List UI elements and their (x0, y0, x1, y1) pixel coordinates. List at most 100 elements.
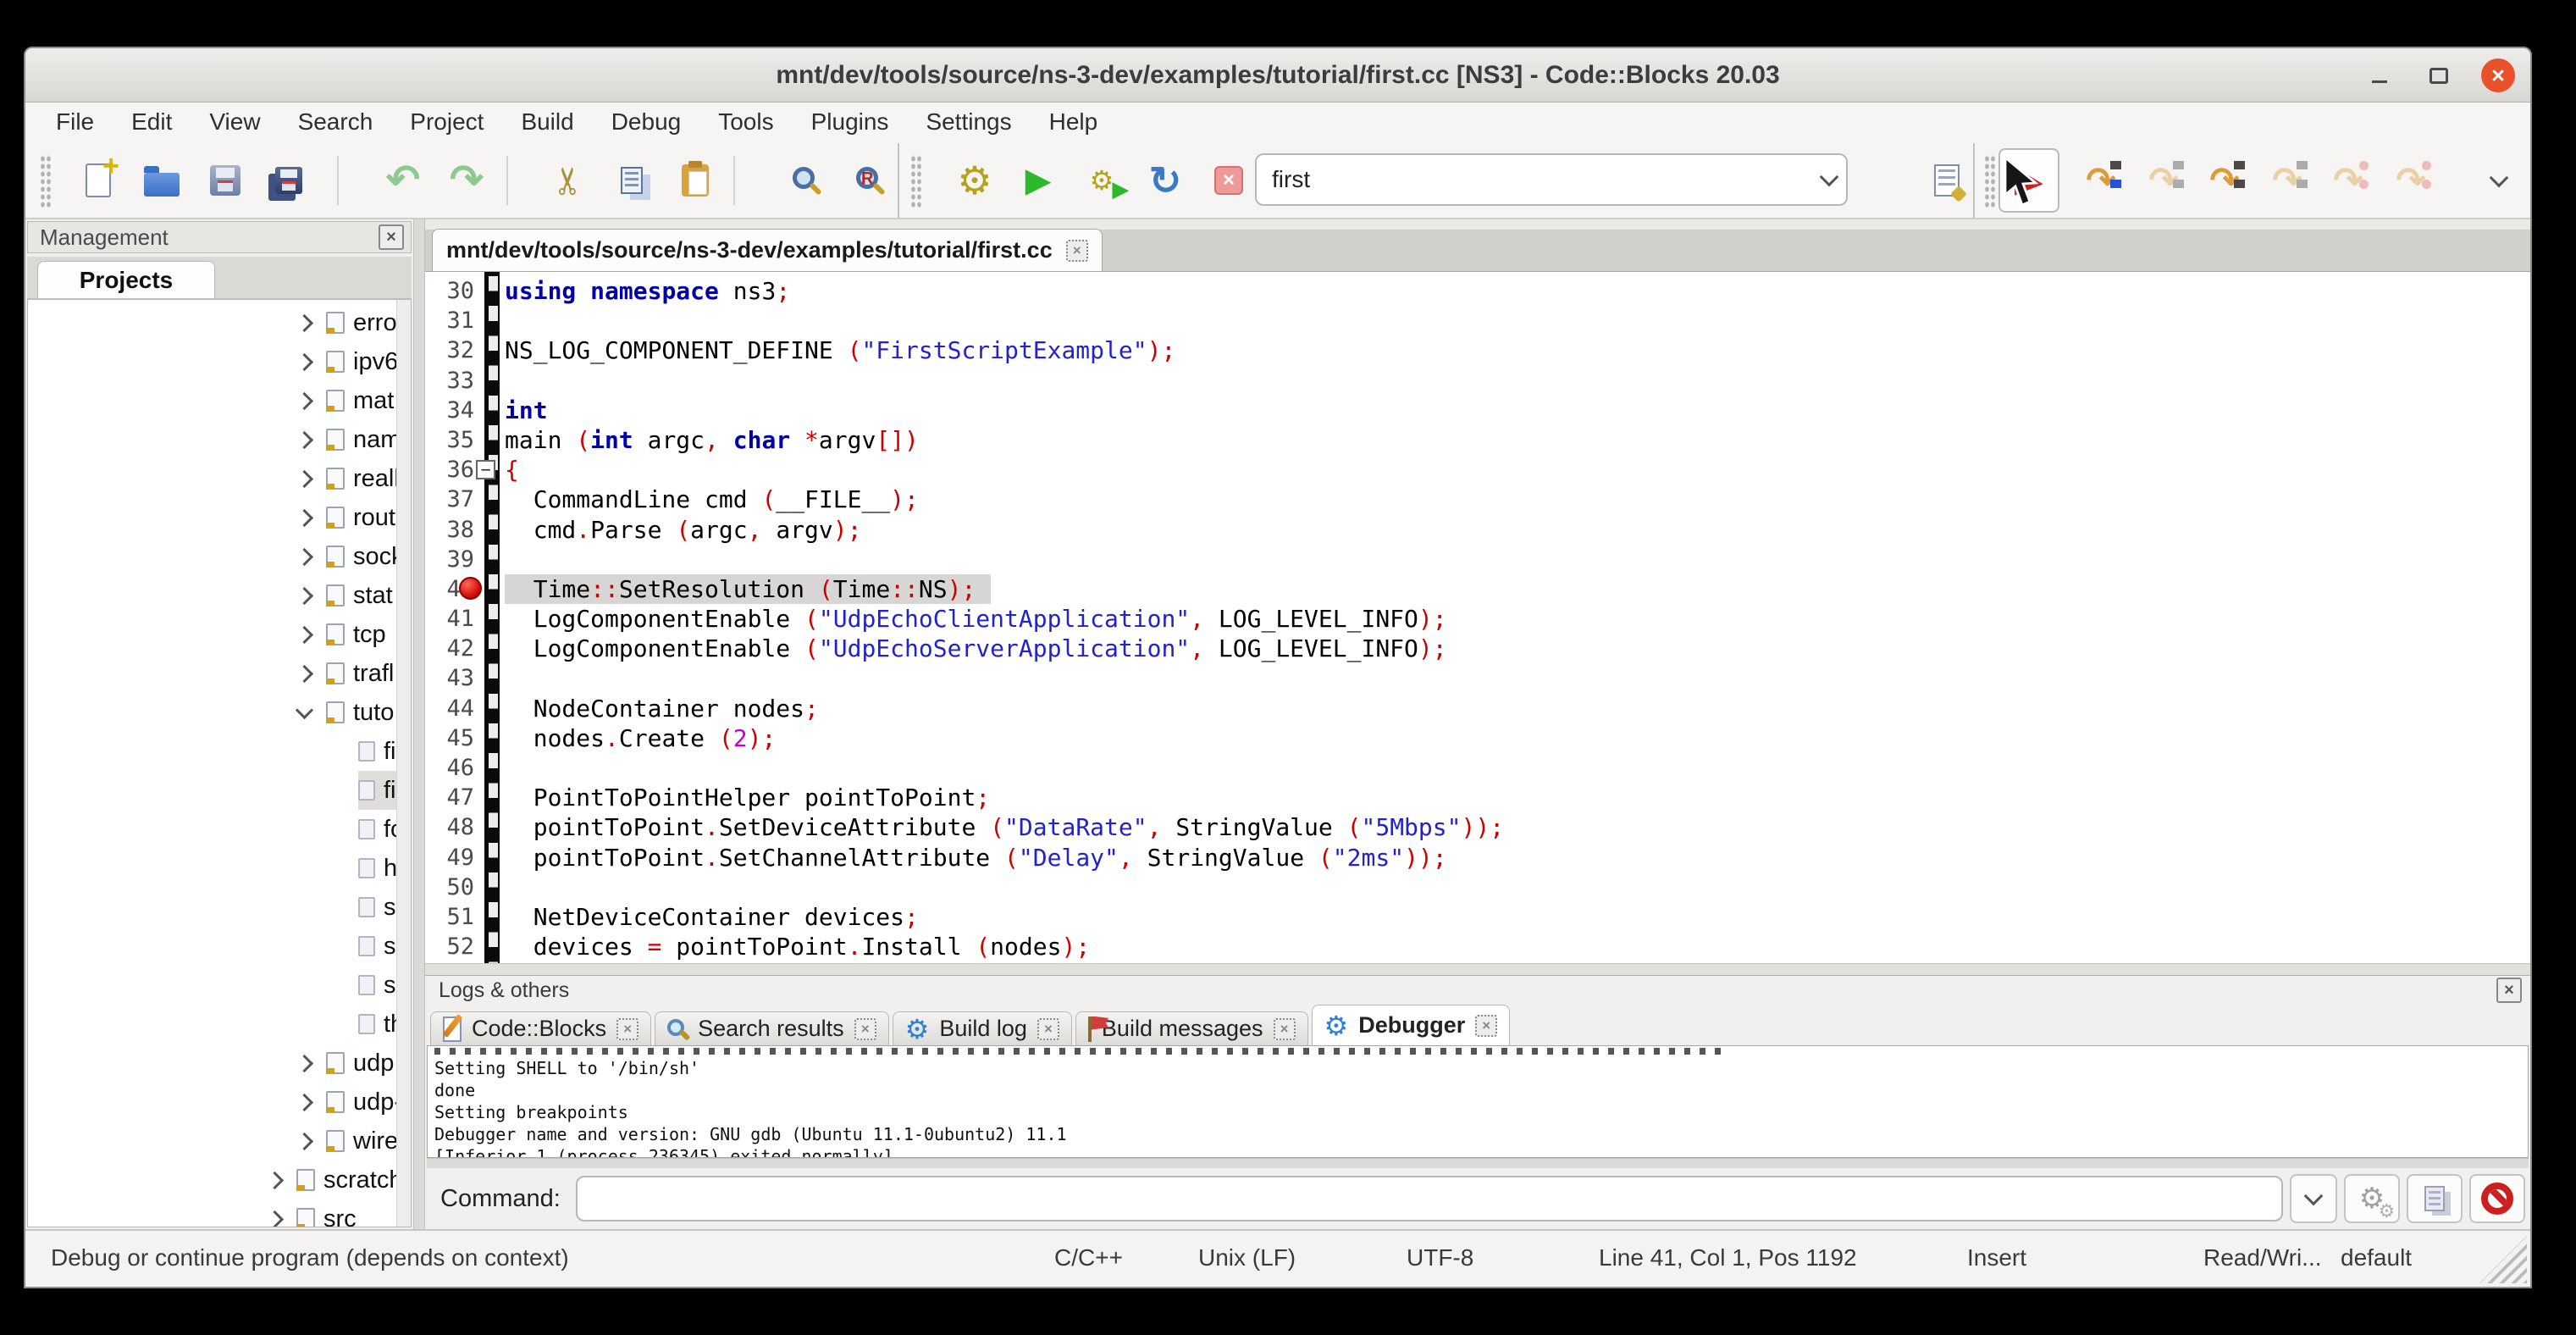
search-input[interactable] (1257, 165, 1812, 194)
chevron-right-icon[interactable] (296, 391, 313, 409)
menu-item-debug[interactable]: Debug (593, 102, 700, 141)
menu-item-search[interactable]: Search (279, 102, 392, 141)
tree-item-se-16[interactable]: se (28, 927, 396, 966)
tree-item-fir-12[interactable]: fir (28, 771, 396, 810)
tree-vertical-scrollbar[interactable] (396, 300, 411, 1227)
log-horizontal-scrollbar[interactable] (427, 1158, 2529, 1168)
save-all-button[interactable] (263, 153, 315, 208)
chevron-right-icon[interactable] (296, 664, 313, 682)
log-tab-build-messages[interactable]: Build messages× (1075, 1011, 1308, 1045)
menu-item-settings[interactable]: Settings (907, 102, 1030, 141)
run-button[interactable]: ▶ (1012, 153, 1064, 208)
minimize-button[interactable] (2363, 58, 2396, 92)
cut-button[interactable]: ✂ (542, 153, 594, 208)
toolbar-gripper[interactable] (39, 153, 51, 208)
menu-item-plugins[interactable]: Plugins (793, 102, 908, 141)
open-file-button[interactable] (135, 153, 188, 208)
chevron-right-icon[interactable] (296, 469, 313, 487)
tree-item-se-15[interactable]: se (28, 888, 396, 927)
chevron-right-icon[interactable] (266, 1210, 284, 1227)
code-area[interactable]: using namespace ns3;NS_LOG_COMPONENT_DEF… (500, 272, 2530, 963)
menu-item-help[interactable]: Help (1031, 102, 1117, 141)
various-info-button[interactable] (2407, 1174, 2463, 1223)
chevron-right-icon[interactable] (296, 1054, 313, 1072)
tree-item-udp-19[interactable]: udp (28, 1044, 396, 1083)
resize-grip[interactable] (2479, 1236, 2527, 1283)
step-into-instruction-button[interactable]: ↷ (2385, 153, 2437, 208)
tree-item-fif-11[interactable]: fif (28, 732, 396, 771)
breakpoint-margin[interactable] (484, 272, 500, 963)
chevron-down-icon[interactable] (1812, 175, 1846, 184)
chevron-right-icon[interactable] (296, 430, 313, 448)
chevron-right-icon[interactable] (296, 1132, 313, 1149)
chevron-right-icon[interactable] (296, 1093, 313, 1111)
editor-tab-first-cc[interactable]: mnt/dev/tools/source/ns-3-dev/examples/t… (432, 229, 1103, 271)
chevron-right-icon[interactable] (296, 625, 313, 643)
tree-item-scratch-22[interactable]: scratch (28, 1161, 396, 1199)
menu-item-view[interactable]: View (191, 102, 279, 141)
menu-item-edit[interactable]: Edit (113, 102, 191, 141)
tree-item-wire-21[interactable]: wire (28, 1122, 396, 1161)
log-tab-close-icon[interactable]: × (1274, 1018, 1296, 1040)
tree-item-mat-2[interactable]: mat (28, 381, 396, 420)
chevron-right-icon[interactable] (296, 547, 313, 565)
log-tab-debugger[interactable]: ⚙Debugger× (1312, 1005, 1511, 1045)
tree-item-th-18[interactable]: th (28, 1005, 396, 1044)
line-number-gutter[interactable]: 3031323334353637383940414243444546474849… (425, 272, 484, 963)
log-tab-close-icon[interactable]: × (616, 1018, 638, 1040)
step-out-button[interactable]: ↷ (2261, 153, 2313, 208)
toolbar-gripper[interactable] (1983, 153, 1995, 208)
next-line-button[interactable]: ↷ (2137, 153, 2190, 208)
breakpoint-marker[interactable] (459, 577, 482, 600)
maximize-button[interactable] (2422, 58, 2456, 92)
tree-item-rout-5[interactable]: rout (28, 498, 396, 537)
command-input[interactable] (576, 1176, 2283, 1221)
logs-close-icon[interactable]: × (2496, 978, 2522, 1003)
menu-item-project[interactable]: Project (391, 102, 502, 141)
chevron-right-icon[interactable] (296, 313, 313, 331)
stop-debugger-button[interactable] (2469, 1174, 2525, 1223)
tree-item-fo-13[interactable]: fo (28, 810, 396, 849)
chevron-down-icon[interactable] (296, 701, 313, 718)
redo-button[interactable]: ↷ (440, 153, 493, 208)
tree-item-reall-4[interactable]: reall (28, 459, 396, 498)
chevron-right-icon[interactable] (296, 352, 313, 370)
rebuild-button[interactable]: ↻ (1139, 153, 1191, 208)
management-close-icon[interactable]: × (379, 224, 404, 250)
tree-item-he-14[interactable]: he (28, 849, 396, 888)
run-to-cursor-button[interactable]: ↷ (2075, 153, 2127, 208)
incremental-search-options-button[interactable] (1921, 153, 1973, 208)
replace-button[interactable] (838, 153, 891, 208)
chevron-right-icon[interactable] (296, 508, 313, 526)
tree-item-nam-3[interactable]: nam (28, 420, 396, 459)
tree-item-tcp-8[interactable]: tcp (28, 615, 396, 654)
log-tab-code-blocks[interactable]: Code::Blocks× (430, 1011, 651, 1045)
menu-item-tools[interactable]: Tools (699, 102, 792, 141)
log-tab-search-results[interactable]: Search results× (655, 1011, 889, 1045)
close-button[interactable]: × (2481, 58, 2515, 92)
log-tab-close-icon[interactable]: × (854, 1018, 876, 1040)
tree-item-erro-0[interactable]: erro (28, 303, 396, 342)
new-file-button[interactable] (72, 153, 124, 208)
toolbar-overflow-button[interactable] (2473, 153, 2525, 208)
undo-button[interactable]: ↶ (377, 153, 429, 208)
tree-item-stat-7[interactable]: stat (28, 576, 396, 615)
panel-splitter[interactable] (413, 219, 425, 1229)
build-and-run-button[interactable]: ⚙ (1075, 153, 1128, 208)
log-tab-close-icon[interactable]: × (1475, 1015, 1497, 1037)
editor-tab-close-icon[interactable]: × (1066, 240, 1088, 262)
save-file-button[interactable] (199, 153, 252, 208)
log-tab-close-icon[interactable]: × (1037, 1018, 1059, 1040)
editor-horizontal-scrollbar[interactable] (425, 963, 2530, 975)
build-button[interactable]: ⚙ (948, 153, 1001, 208)
chevron-right-icon[interactable] (266, 1171, 284, 1188)
log-tab-build-log[interactable]: ⚙Build log× (893, 1011, 1072, 1045)
next-instruction-button[interactable]: ↷ (2322, 153, 2374, 208)
search-combo[interactable] (1255, 153, 1848, 206)
tree-item-src-23[interactable]: src (28, 1199, 396, 1227)
abort-build-button[interactable]: × (1202, 153, 1255, 208)
menu-item-build[interactable]: Build (502, 102, 592, 141)
tree-item-ipv6-1[interactable]: ipv6 (28, 342, 396, 381)
fold-collapse-icon[interactable]: − (476, 460, 495, 479)
tree-item-six-17[interactable]: six (28, 966, 396, 1005)
